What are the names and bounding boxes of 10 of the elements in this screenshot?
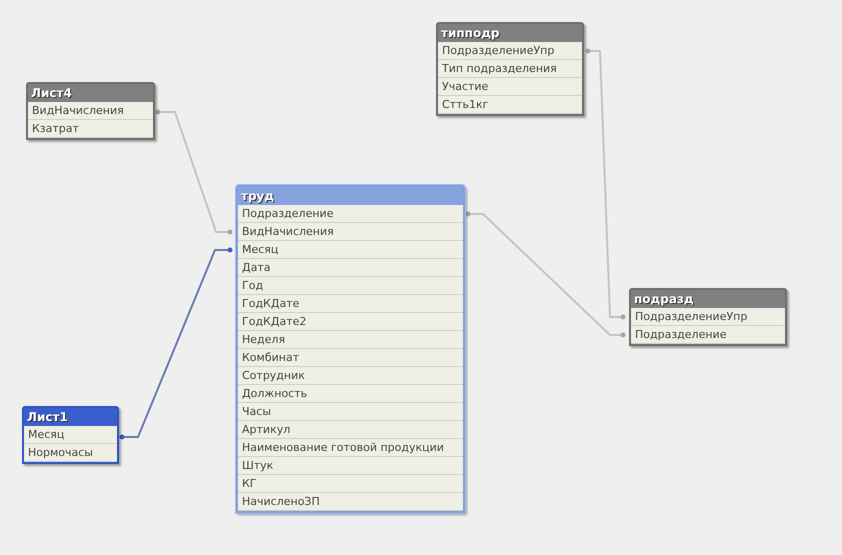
table-title: Лист4 <box>28 84 153 102</box>
table-box[interactable]: Лист1 Месяц Нормочасы <box>22 406 119 464</box>
table-box[interactable]: Лист4 ВидНачисления Кзатрат <box>26 82 155 140</box>
table-title: типподр <box>438 24 582 42</box>
table-box[interactable]: труд Подразделение ВидНачисления Месяц Дата Год ГодКДате ГодКДате2 Неделя Комбинат Сотрудник Должность Часы Артикул Наименование готовой продукции Штук КГ НачисленоЗП <box>236 185 465 513</box>
table-box[interactable]: типподр ПодразделениеУпр Тип подразделения Участие Стть1кг <box>436 22 584 116</box>
table-title: Лист1 <box>24 408 117 426</box>
table-title: подразд <box>631 290 785 308</box>
table-box[interactable]: подразд ПодразделениеУпр Подразделение <box>629 288 787 346</box>
table-title: труд <box>238 187 463 205</box>
